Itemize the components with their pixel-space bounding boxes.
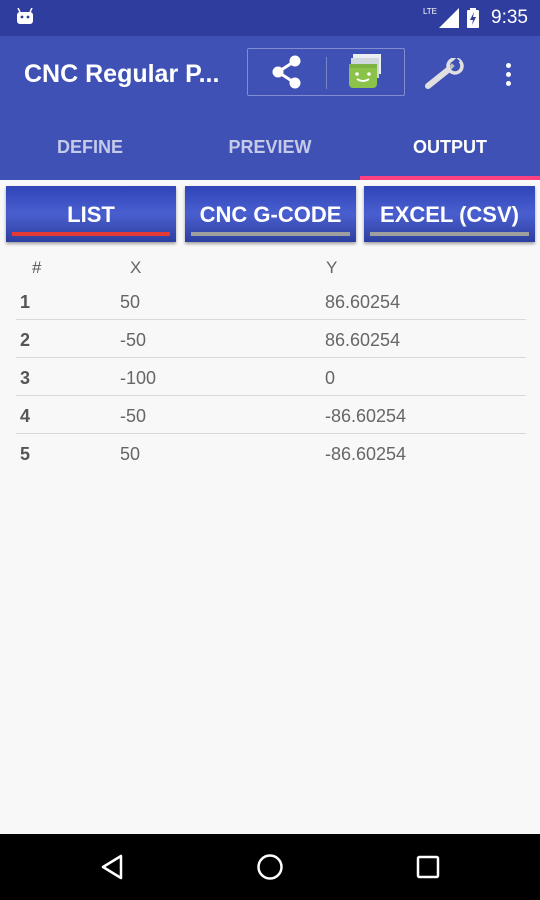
coordinates-table: # X Y 1 50 86.60254 2 -50 86.60254 3 -10… <box>16 250 526 471</box>
table-row: 3 -100 0 <box>16 358 526 396</box>
share-icon <box>272 55 301 89</box>
status-bar: LTE 9:35 <box>0 0 540 36</box>
row-x: 50 <box>120 444 141 464</box>
excel-csv-button-label: EXCEL (CSV) <box>380 202 519 227</box>
output-sub-tabs: LIST CNC G-CODE EXCEL (CSV) <box>0 180 540 246</box>
table-header: # X Y <box>16 250 526 282</box>
tab-output[interactable]: OUTPUT <box>360 114 540 180</box>
row-x: -50 <box>120 330 147 350</box>
row-x: -50 <box>120 406 147 426</box>
column-header-y: Y <box>326 258 338 277</box>
row-x: -100 <box>120 368 157 388</box>
row-y: -86.60254 <box>325 406 407 426</box>
row-number: 2 <box>20 330 31 350</box>
table-row: 1 50 86.60254 <box>16 282 526 320</box>
inactive-indicator <box>370 232 529 236</box>
overflow-menu-button[interactable] <box>496 56 520 92</box>
row-number: 4 <box>20 406 31 426</box>
store-button[interactable] <box>326 49 404 95</box>
recents-icon <box>416 855 440 879</box>
app-bar: CNC Regular P... <box>0 36 540 114</box>
row-number: 3 <box>20 368 31 388</box>
main-tabs: DEFINE PREVIEW OUTPUT <box>0 114 540 180</box>
excel-csv-button[interactable]: EXCEL (CSV) <box>364 186 535 242</box>
tab-preview[interactable]: PREVIEW <box>180 114 360 180</box>
tab-define[interactable]: DEFINE <box>0 114 180 180</box>
overflow-dot <box>505 62 511 68</box>
table-row: 5 50 -86.60254 <box>16 434 526 471</box>
row-y: 0 <box>325 368 336 388</box>
inactive-indicator <box>191 232 350 236</box>
list-button-label: LIST <box>67 202 115 227</box>
row-number: 1 <box>20 292 31 312</box>
battery-charging-icon <box>467 8 480 28</box>
cnc-gcode-button-label: CNC G-CODE <box>199 202 342 227</box>
table-row: 2 -50 86.60254 <box>16 320 526 358</box>
settings-button[interactable] <box>422 56 466 92</box>
navigation-bar <box>0 834 540 900</box>
android-store-icon <box>349 54 381 88</box>
row-number: 5 <box>20 444 31 464</box>
android-icon <box>17 8 33 24</box>
network-type-label: LTE <box>422 6 438 16</box>
action-group <box>247 48 405 96</box>
column-header-number: # <box>32 258 42 277</box>
cnc-gcode-button[interactable]: CNC G-CODE <box>185 186 356 242</box>
overflow-dot <box>505 71 511 77</box>
share-button[interactable] <box>248 49 326 95</box>
table-row: 4 -50 -86.60254 <box>16 396 526 434</box>
back-icon <box>101 854 123 880</box>
active-indicator <box>12 232 170 236</box>
back-button[interactable] <box>98 852 128 882</box>
app-title: CNC Regular P... <box>24 60 220 88</box>
status-time: 9:35 <box>491 7 528 28</box>
row-y: -86.60254 <box>325 444 407 464</box>
home-icon <box>257 854 283 880</box>
column-header-x: X <box>130 258 142 277</box>
list-button[interactable]: LIST <box>6 186 176 242</box>
overflow-dot <box>505 80 511 86</box>
home-button[interactable] <box>255 852 285 882</box>
row-y: 86.60254 <box>325 292 401 312</box>
wrench-icon <box>425 58 464 89</box>
lte-signal-icon <box>439 8 460 28</box>
row-y: 86.60254 <box>325 330 401 350</box>
row-x: 50 <box>120 292 141 312</box>
recents-button[interactable] <box>413 852 443 882</box>
